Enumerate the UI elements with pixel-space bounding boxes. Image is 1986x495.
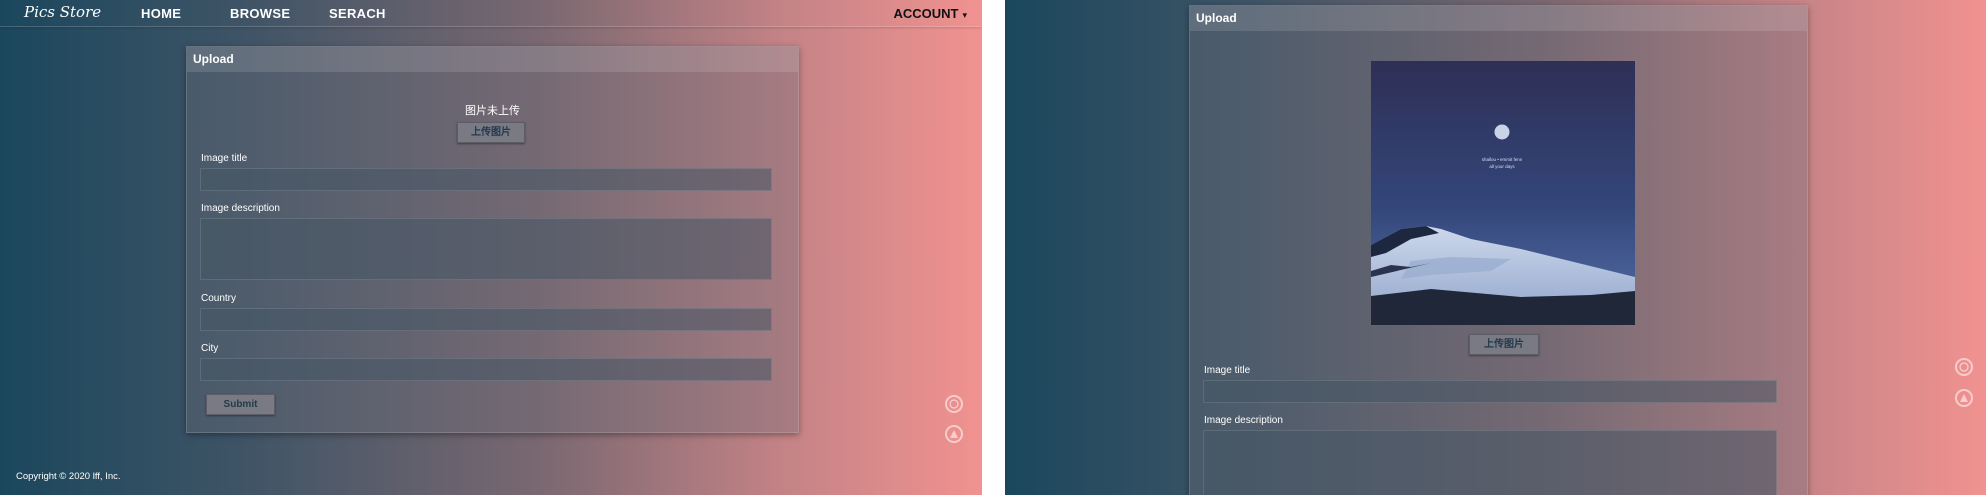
upload-page-with-image: Upload shallou • emmit fenn all your day… — [1005, 0, 1986, 495]
circle-icon[interactable] — [945, 395, 963, 413]
upload-image-button[interactable]: 上传图片 — [1469, 334, 1539, 355]
country-input[interactable] — [200, 308, 772, 331]
image-description-label: Image description — [201, 203, 280, 214]
chevron-down-icon: ▾ — [962, 10, 967, 20]
city-input[interactable] — [200, 358, 772, 381]
country-label: Country — [201, 293, 237, 304]
site-logo[interactable]: Pics Store — [24, 3, 101, 21]
preview-caption-line2: all your days — [1489, 164, 1515, 169]
image-description-textarea[interactable] — [200, 218, 772, 280]
nav-search[interactable]: SERACH — [329, 6, 386, 21]
triangle-icon[interactable] — [1955, 389, 1973, 407]
submit-button[interactable]: Submit — [206, 394, 275, 415]
image-description-label: Image description — [1204, 415, 1283, 426]
upload-panel-title: Upload — [187, 47, 798, 72]
triangle-icon[interactable] — [945, 425, 963, 443]
top-navbar: Pics Store HOME BROWSE SERACH ACCOUNT ▾ — [0, 0, 982, 27]
circle-icon[interactable] — [1955, 358, 1973, 376]
nav-home[interactable]: HOME — [141, 6, 181, 21]
upload-image-button[interactable]: 上传图片 — [457, 122, 525, 143]
image-title-input[interactable] — [1203, 380, 1777, 403]
upload-panel: Upload shallou • emmit fenn all your day… — [1189, 5, 1808, 495]
city-label: City — [201, 343, 219, 354]
account-label: ACCOUNT — [893, 6, 959, 21]
image-description-textarea[interactable] — [1203, 430, 1777, 495]
image-title-label: Image title — [201, 153, 248, 164]
upload-page-empty: Pics Store HOME BROWSE SERACH ACCOUNT ▾ U… — [0, 0, 982, 495]
upload-panel: Upload 图片未上传 上传图片 Image title Image desc… — [186, 46, 799, 433]
upload-panel-title: Upload — [1190, 6, 1807, 31]
nav-browse[interactable]: BROWSE — [230, 6, 290, 21]
preview-caption-line1: shallou • emmit fenn — [1482, 157, 1523, 162]
image-title-input[interactable] — [200, 168, 772, 191]
account-menu[interactable]: ACCOUNT ▾ — [893, 6, 967, 21]
no-image-status: 图片未上传 — [465, 105, 520, 117]
copyright-text: Copyright © 2020 lff, Inc. — [16, 471, 121, 482]
image-title-label: Image title — [1204, 365, 1251, 376]
uploaded-image-preview: shallou • emmit fenn all your days — [1371, 61, 1635, 325]
